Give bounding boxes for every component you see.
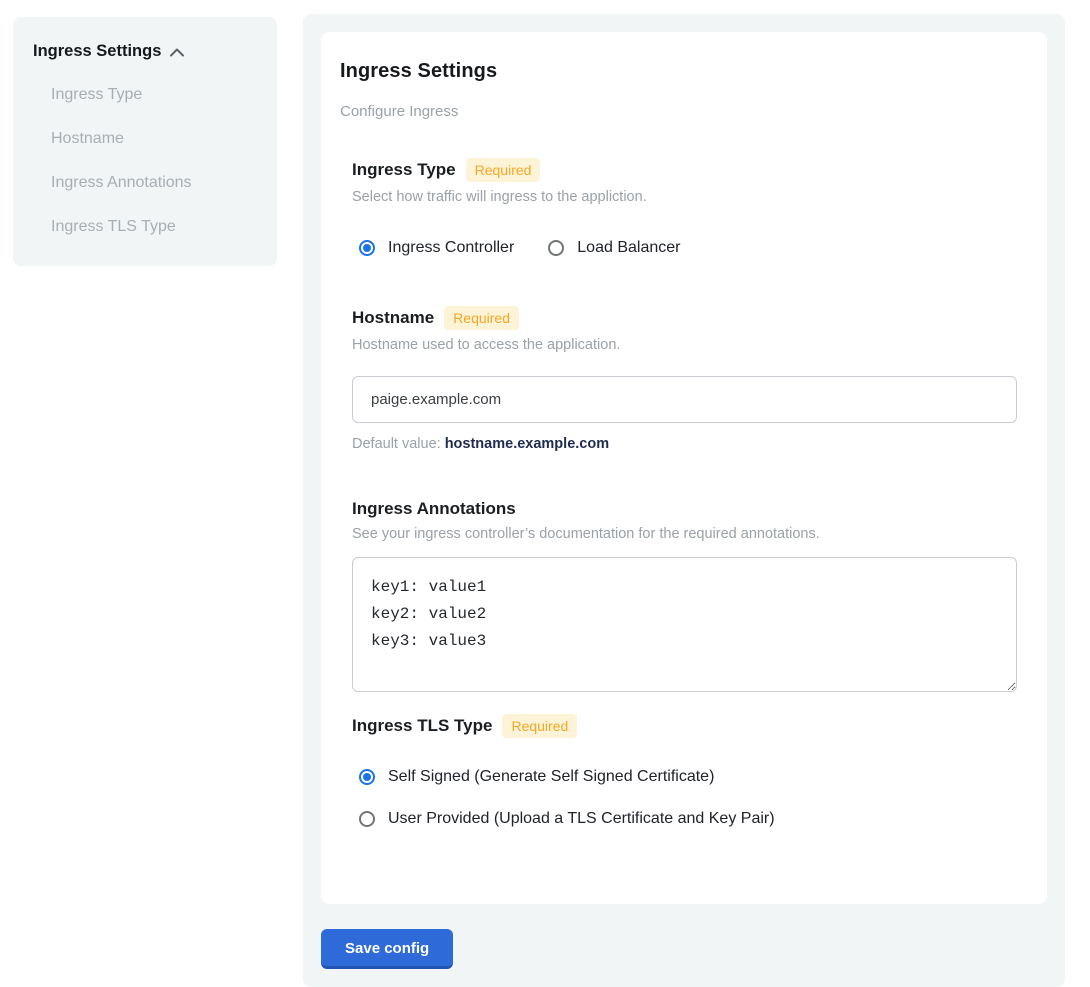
- ingress-type-description: Select how traffic will ingress to the a…: [352, 189, 1017, 205]
- settings-main-panel: Ingress Settings Configure Ingress Ingre…: [303, 14, 1065, 987]
- radio-label: User Provided (Upload a TLS Certificate …: [388, 810, 775, 828]
- ingress-type-label: Ingress Type: [352, 160, 456, 180]
- required-badge: Required: [444, 306, 519, 330]
- hostname-label: Hostname: [352, 308, 434, 328]
- tls-type-heading: Ingress TLS Type Required: [352, 714, 1017, 738]
- radio-label: Self Signed (Generate Self Signed Certif…: [388, 768, 714, 786]
- sidebar-section-toggle[interactable]: Ingress Settings: [33, 42, 257, 61]
- default-value-label: Default value:: [352, 436, 441, 452]
- radio-icon[interactable]: [548, 240, 564, 256]
- radio-option-load-balancer[interactable]: Load Balancer: [548, 239, 680, 257]
- tls-type-label: Ingress TLS Type: [352, 716, 492, 736]
- sidebar-item-ingress-type[interactable]: Ingress Type: [51, 86, 257, 104]
- annotations-heading: Ingress Annotations: [352, 499, 1017, 519]
- radio-icon[interactable]: [359, 811, 375, 827]
- annotations-textarea[interactable]: key1: value1 key2: value2 key3: value3: [352, 557, 1017, 692]
- chevron-up-icon: [170, 46, 184, 57]
- ingress-type-radio-group: Ingress Controller Load Balancer: [359, 239, 1017, 257]
- radio-option-user-provided[interactable]: User Provided (Upload a TLS Certificate …: [359, 810, 1017, 828]
- required-badge: Required: [502, 714, 577, 738]
- radio-option-ingress-controller[interactable]: Ingress Controller: [359, 239, 514, 257]
- sidebar-item-list: Ingress Type Hostname Ingress Annotation…: [33, 86, 257, 236]
- section-ingress-type: Ingress Type Required Select how traffic…: [352, 158, 1017, 257]
- section-hostname: Hostname Required Hostname used to acces…: [352, 306, 1017, 452]
- section-ingress-tls-type: Ingress TLS Type Required Self Signed (G…: [352, 714, 1017, 828]
- ingress-settings-card: Ingress Settings Configure Ingress Ingre…: [321, 32, 1047, 904]
- annotations-description: See your ingress controller’s documentat…: [352, 526, 1017, 542]
- sidebar-item-ingress-tls-type[interactable]: Ingress TLS Type: [51, 218, 257, 236]
- radio-label: Load Balancer: [577, 239, 680, 257]
- sidebar-item-hostname[interactable]: Hostname: [51, 130, 257, 148]
- radio-label: Ingress Controller: [388, 239, 514, 257]
- page-subtitle: Configure Ingress: [340, 103, 1017, 120]
- radio-icon[interactable]: [359, 769, 375, 785]
- hostname-heading: Hostname Required: [352, 306, 1017, 330]
- required-badge: Required: [466, 158, 541, 182]
- hostname-default-value: Default value: hostname.example.com: [352, 436, 1017, 452]
- radio-icon[interactable]: [359, 240, 375, 256]
- section-ingress-annotations: Ingress Annotations See your ingress con…: [352, 499, 1017, 692]
- default-value-text: hostname.example.com: [445, 436, 609, 452]
- hostname-input[interactable]: [352, 376, 1017, 423]
- save-config-button[interactable]: Save config: [321, 929, 453, 969]
- sidebar-section-title: Ingress Settings: [33, 42, 161, 61]
- page-title: Ingress Settings: [340, 60, 1017, 83]
- settings-sidebar: Ingress Settings Ingress Type Hostname I…: [13, 17, 277, 266]
- hostname-description: Hostname used to access the application.: [352, 337, 1017, 353]
- sidebar-item-ingress-annotations[interactable]: Ingress Annotations: [51, 174, 257, 192]
- radio-option-self-signed[interactable]: Self Signed (Generate Self Signed Certif…: [359, 768, 1017, 786]
- tls-type-radio-group: Self Signed (Generate Self Signed Certif…: [359, 768, 1017, 828]
- annotations-label: Ingress Annotations: [352, 499, 516, 519]
- ingress-type-heading: Ingress Type Required: [352, 158, 1017, 182]
